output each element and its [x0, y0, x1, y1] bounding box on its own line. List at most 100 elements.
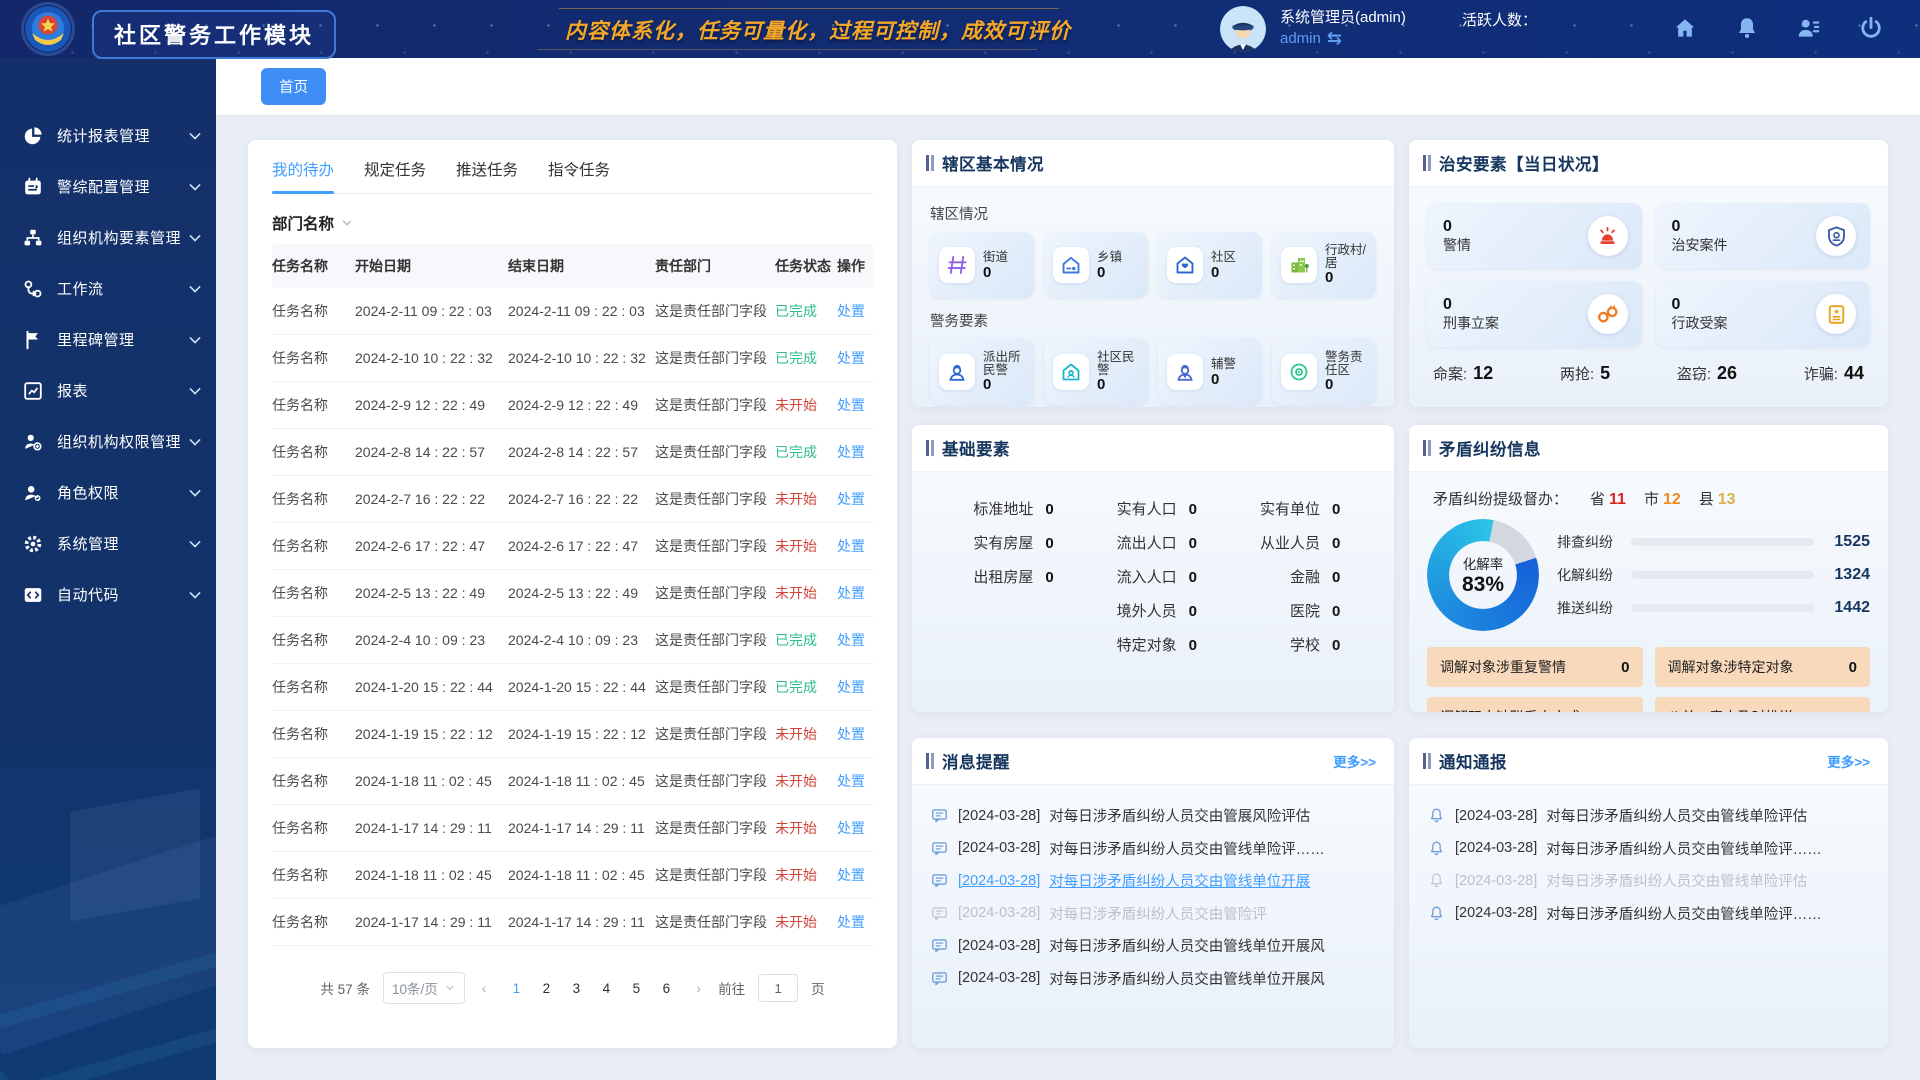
sidebar-item-reports[interactable]: 报表	[0, 365, 216, 416]
gear-icon	[22, 533, 44, 555]
task-handle-link[interactable]: 处置	[837, 348, 873, 368]
page-number[interactable]: 2	[533, 977, 559, 1000]
task-handle-link[interactable]: 处置	[837, 865, 873, 885]
stat-label: 行政受案	[1672, 314, 1728, 333]
sidebar-item-label: 组织机构要素管理	[57, 227, 190, 248]
sidebar-item-label: 角色权限	[57, 482, 190, 503]
sidebar-item-workflow[interactable]: 工作流	[0, 263, 216, 314]
dispute-bar: 化解纠纷 1324	[1557, 565, 1870, 585]
sidebar-item-police-config[interactable]: 警综配置管理	[0, 161, 216, 212]
notice-item[interactable]: [2024-03-28] 对每日涉矛盾纠纷人员交由管线单险评估	[1427, 805, 1870, 826]
basic-stat-value: 0	[1332, 535, 1370, 552]
message-item[interactable]: [2024-03-28] 对每日涉矛盾纠纷人员交由管展风险评估	[930, 805, 1376, 826]
handcuffs-icon	[1588, 294, 1628, 334]
task-handle-link[interactable]: 处置	[837, 818, 873, 838]
dispute-chip: 调解对象涉特定对象0	[1655, 647, 1871, 687]
message-item[interactable]: [2024-03-28] 对每日涉矛盾纠纷人员交由管线单位开展	[930, 870, 1376, 891]
page-number[interactable]: 3	[563, 977, 589, 1000]
page-size-select[interactable]: 10条/页	[383, 972, 465, 1004]
task-status: 未开始	[775, 865, 837, 885]
task-end-date: 2024-1-17 14 : 29 : 11	[508, 820, 655, 836]
message-item[interactable]: [2024-03-28] 对每日涉矛盾纠纷人员交由管线单险评……	[930, 838, 1376, 859]
message-list: [2024-03-28] 对每日涉矛盾纠纷人员交由管展风险评估 [2024-03…	[930, 797, 1376, 989]
police-badge-logo	[24, 5, 72, 53]
chip-value: 0	[1621, 709, 1629, 713]
sidebar-item-statistics-reports[interactable]: 统计报表管理	[0, 110, 216, 161]
task-handle-link[interactable]: 处置	[837, 912, 873, 932]
task-end-date: 2024-2-10 10 : 22 : 32	[508, 350, 655, 366]
task-handle-link[interactable]: 处置	[837, 442, 873, 462]
switch-user-icon[interactable]: ⇆	[1327, 28, 1342, 49]
goto-page-input[interactable]	[758, 974, 798, 1002]
task-handle-link[interactable]: 处置	[837, 489, 873, 509]
more-link[interactable]: 更多>>	[1827, 751, 1870, 771]
group-label: 辖区情况	[930, 203, 1376, 224]
sidebar-item-auto-code[interactable]: 自动代码	[0, 569, 216, 620]
user-list-icon[interactable]	[1796, 15, 1822, 41]
table-row: 任务名称 2024-2-8 14 : 22 : 57 2024-2-8 14 :…	[272, 429, 873, 476]
sidebar-item-system-management[interactable]: 系统管理	[0, 518, 216, 569]
crime-stat-label: 盗窃:	[1677, 366, 1711, 383]
task-handle-link[interactable]: 处置	[837, 724, 873, 744]
sitemap-icon	[22, 227, 44, 249]
todo-tab[interactable]: 规定任务	[364, 158, 426, 193]
task-handle-link[interactable]: 处置	[837, 536, 873, 556]
task-dept: 这是责任部门字段	[655, 630, 775, 650]
active-users-label: 活跃人数：	[1462, 9, 1537, 30]
chip-value: 0	[1849, 659, 1857, 676]
task-handle-link[interactable]: 处置	[837, 583, 873, 603]
page-number[interactable]: 1	[503, 977, 529, 1000]
escalation-stat: 市12	[1644, 488, 1681, 509]
sidebar-item-role-permissions[interactable]: 角色权限	[0, 467, 216, 518]
sidebar-item-label: 工作流	[57, 278, 190, 299]
sidebar-item-org-permissions[interactable]: 组织机构权限管理	[0, 416, 216, 467]
basic-stat-label: 出租房屋	[973, 566, 1033, 587]
department-filter-label[interactable]: 部门名称	[272, 212, 334, 234]
flag-icon	[22, 329, 44, 351]
panel-title: 矛盾纠纷信息	[1439, 436, 1541, 460]
power-icon[interactable]	[1858, 15, 1884, 41]
task-handle-link[interactable]: 处置	[837, 395, 873, 415]
notice-item[interactable]: [2024-03-28] 对每日涉矛盾纠纷人员交由管线单险评……	[1427, 903, 1870, 924]
task-handle-link[interactable]: 处置	[837, 301, 873, 321]
notice-item[interactable]: [2024-03-28] 对每日涉矛盾纠纷人员交由管线单险评……	[1427, 838, 1870, 859]
stat-card-community: 社区0	[1158, 232, 1262, 298]
message-item[interactable]: [2024-03-28] 对每日涉矛盾纠纷人员交由管险评	[930, 903, 1376, 924]
tab-home[interactable]: 首页	[261, 68, 326, 105]
task-handle-link[interactable]: 处置	[837, 630, 873, 650]
sidebar-item-org-elements[interactable]: 组织机构要素管理	[0, 212, 216, 263]
notice-date: [2024-03-28]	[1455, 840, 1537, 856]
task-handle-link[interactable]: 处置	[837, 677, 873, 697]
more-link[interactable]: 更多>>	[1333, 751, 1376, 771]
escalation-level: 市	[1644, 491, 1659, 508]
page-number[interactable]: 6	[653, 977, 679, 1000]
notifications-bell-icon[interactable]	[1734, 15, 1760, 41]
sidebar-item-milestones[interactable]: 里程碑管理	[0, 314, 216, 365]
task-name: 任务名称	[272, 395, 355, 415]
basic-stat: 实有房屋0	[940, 532, 1083, 553]
col-status: 任务状态	[775, 256, 837, 276]
chevron-down-icon[interactable]	[340, 216, 354, 230]
table-row: 任务名称 2024-2-9 12 : 22 : 49 2024-2-9 12 :…	[272, 382, 873, 429]
todo-tabs: 我的待办规定任务推送任务指令任务	[272, 140, 873, 194]
todo-tab[interactable]: 推送任务	[456, 158, 518, 193]
next-page-button[interactable]: ›	[692, 980, 705, 996]
home-icon[interactable]	[1672, 15, 1698, 41]
notice-text: 对每日涉矛盾纠纷人员交由管线单险评……	[1546, 903, 1822, 924]
task-handle-link[interactable]: 处置	[837, 771, 873, 791]
notice-item[interactable]: [2024-03-28] 对每日涉矛盾纠纷人员交由管线单险评估	[1427, 870, 1870, 891]
message-item[interactable]: [2024-03-28] 对每日涉矛盾纠纷人员交由管线单位开展风	[930, 968, 1376, 989]
page-number[interactable]: 4	[593, 977, 619, 1000]
todo-tab[interactable]: 指令任务	[548, 158, 610, 193]
prev-page-button[interactable]: ‹	[478, 980, 491, 996]
user-avatar[interactable]	[1220, 6, 1266, 52]
todo-tab[interactable]: 我的待办	[272, 158, 334, 193]
task-end-date: 2024-2-4 10 : 09 : 23	[508, 632, 655, 648]
community-police-icon	[1053, 354, 1089, 390]
stat-label: 行政村/居	[1325, 244, 1368, 270]
panel-title: 治安要素【当日状况】	[1439, 151, 1609, 175]
message-item[interactable]: [2024-03-28] 对每日涉矛盾纠纷人员交由管线单位开展风	[930, 935, 1376, 956]
stat-value: 0	[1443, 217, 1471, 236]
table-row: 任务名称 2024-2-4 10 : 09 : 23 2024-2-4 10 :…	[272, 617, 873, 664]
page-number[interactable]: 5	[623, 977, 649, 1000]
